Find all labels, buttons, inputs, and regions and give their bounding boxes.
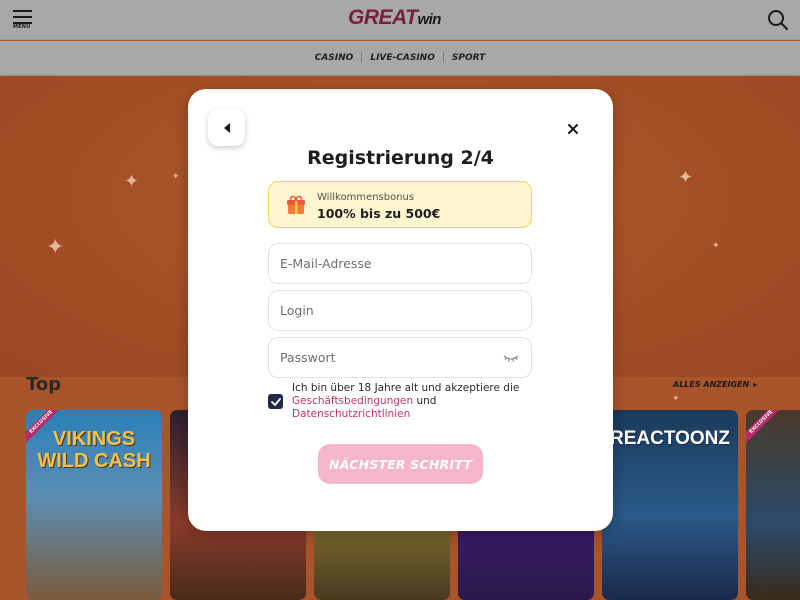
game-name: REACTOONZ [610,428,730,449]
show-all-label: ALLES ANZEIGEN [673,380,750,389]
back-arrow-icon [223,122,230,133]
welcome-bonus-card[interactable]: Willkommensbonus 100% bis zu 500€ [268,181,532,228]
sparkle-icon: ✦ [672,394,680,404]
game-tile[interactable]: REACTOONZ [602,410,738,600]
gift-icon [287,195,305,214]
close-button[interactable] [566,121,580,135]
terms-text-intro: Ich bin über 18 Jahre alt und akzeptiere… [292,382,520,394]
site-header: MENU GREATwin [0,0,800,40]
back-button[interactable] [208,109,245,146]
age-terms-checkbox[interactable] [268,394,283,409]
email-field [268,243,532,284]
bonus-value: 100% bis zu 500€ [317,206,441,221]
password-input[interactable] [269,338,531,377]
next-step-button[interactable]: NÄCHSTER SCHRITT [318,444,483,484]
game-tile[interactable]: EXCLUSIVE VIKINGS WILD CASH [26,410,162,600]
checkmark-icon [270,397,281,406]
sparkle-icon: ✦ [712,241,720,251]
menu-button[interactable]: MENU [13,10,35,32]
modal-title: Registrierung 2/4 [307,147,494,169]
hamburger-bar [13,16,32,18]
email-input[interactable] [269,244,531,283]
game-tile[interactable]: EXCLUSIVE [746,410,800,600]
logo-suffix: win [417,11,441,28]
game-name: VIKINGS WILD CASH [37,428,151,472]
terms-text-and: und [413,395,437,407]
show-all-link[interactable]: ALLES ANZEIGEN ▸ [673,380,757,389]
nav-sport[interactable]: SPORT [444,53,493,63]
category-nav: CASINO LIVE-CASINO SPORT [0,41,800,76]
sparkle-icon: ✦ [46,235,65,260]
menu-label: MENU [13,24,31,30]
password-field [268,337,532,378]
login-field [268,290,532,331]
sparkle-icon: ✦ [124,171,140,192]
close-icon [568,124,578,134]
site-logo[interactable]: GREATwin [348,6,441,30]
bonus-label: Willkommensbonus [317,192,415,203]
sparkle-icon: ✦ [678,167,694,188]
login-input[interactable] [269,291,531,330]
terms-text: Ich bin über 18 Jahre alt und akzeptiere… [292,382,532,421]
nav-live-casino[interactable]: LIVE-CASINO [362,53,443,63]
sparkle-icon: ✦ [172,172,180,182]
hamburger-icon [13,10,32,12]
exclusive-ribbon: EXCLUSIVE [746,410,785,446]
registration-modal: Registrierung 2/4 Willkommensbonus 100% … [188,89,613,531]
eye-closed-icon[interactable] [503,352,519,364]
logo-main: GREAT [348,6,418,29]
nav-casino[interactable]: CASINO [307,53,362,63]
chevron-right-icon: ▸ [753,380,758,389]
privacy-policy-link[interactable]: Datenschutzrichtlinien [292,408,410,420]
search-icon [768,10,789,31]
search-button[interactable] [767,9,789,31]
section-title: Top [26,374,62,395]
terms-conditions-link[interactable]: Geschäftsbedingungen [292,395,413,407]
